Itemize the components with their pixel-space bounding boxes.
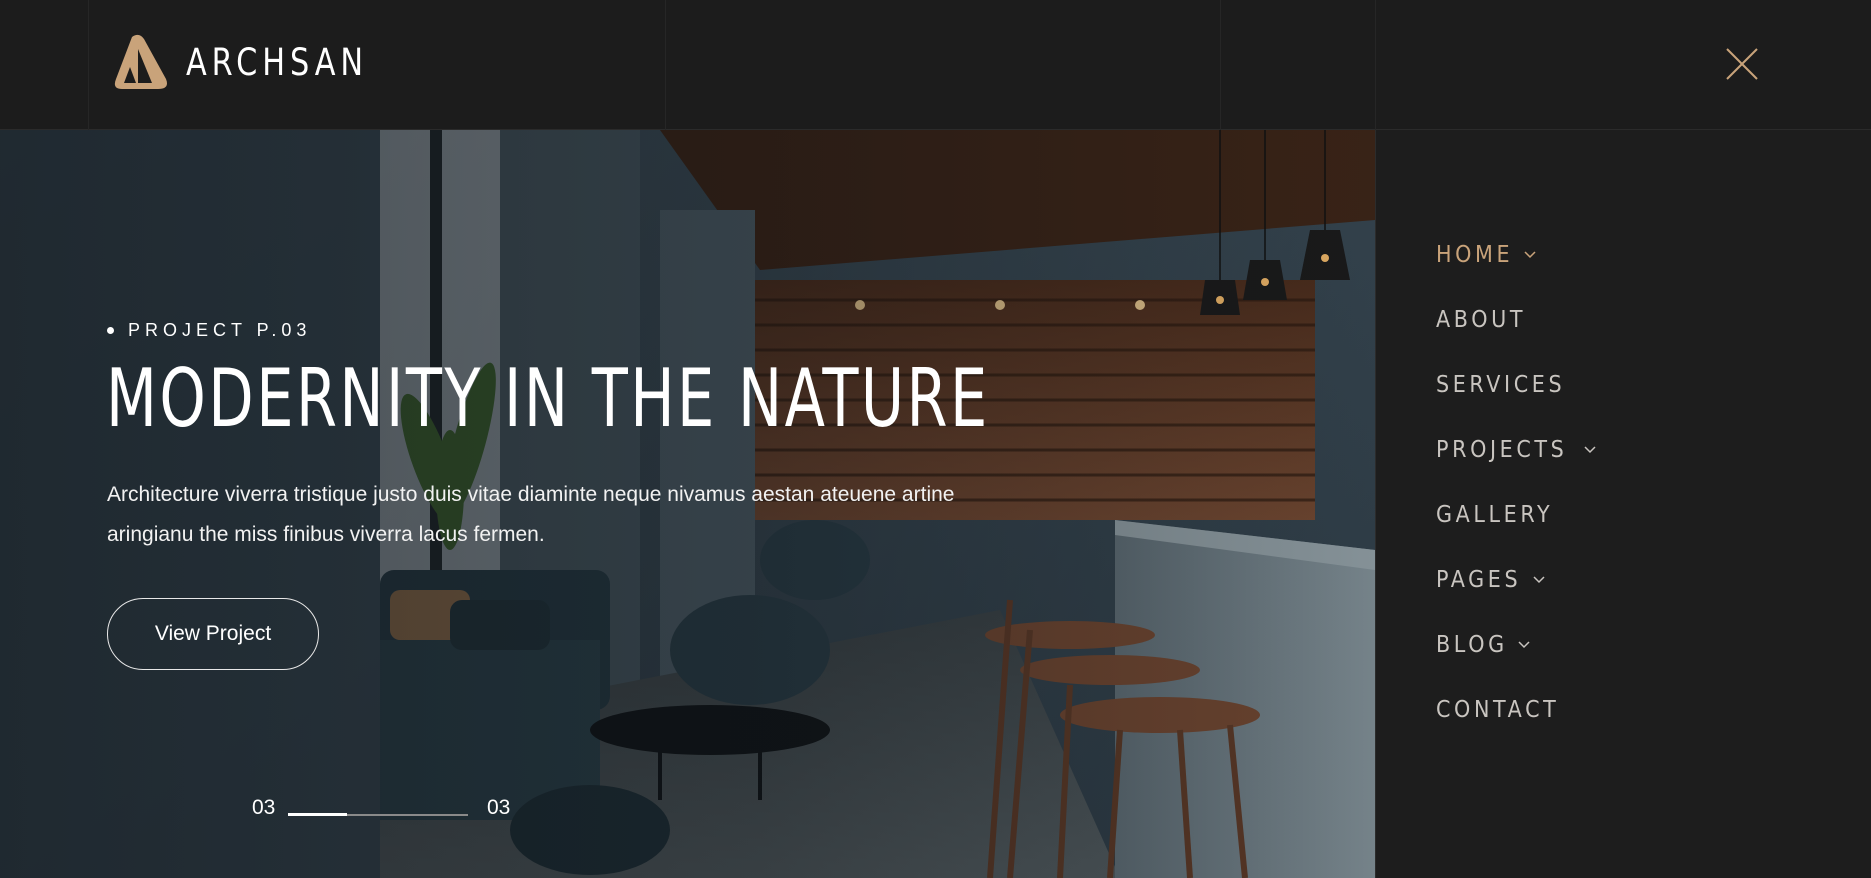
bullet-dot-icon xyxy=(107,327,114,334)
menu-item-label: ABOUT xyxy=(1436,306,1527,333)
hero-title: MODERNITY IN THE NATURE xyxy=(106,352,990,445)
slide-total-number: 03 xyxy=(487,796,511,819)
grid-line xyxy=(88,0,89,130)
grid-line xyxy=(1375,0,1376,130)
menu-item-projects[interactable]: PROJECTS xyxy=(1436,417,1596,482)
menu-item-label: PAGES xyxy=(1436,566,1522,593)
menu-item-home[interactable]: HOME xyxy=(1436,222,1596,287)
slide-progress-bar[interactable] xyxy=(288,813,468,816)
slide-current-number: 03 xyxy=(252,796,276,819)
menu-item-services[interactable]: SERVICES xyxy=(1436,352,1596,417)
menu-item-about[interactable]: ABOUT xyxy=(1436,287,1596,352)
menu-item-pages[interactable]: PAGES xyxy=(1436,547,1596,612)
logo[interactable]: ARCHSAN xyxy=(108,33,408,91)
menu-item-label: BLOG xyxy=(1436,631,1508,658)
chevron-down-icon xyxy=(1584,445,1596,453)
menu-item-label: PROJECTS xyxy=(1436,436,1568,463)
grid-line xyxy=(1220,0,1221,130)
site-header: ARCHSAN xyxy=(0,0,1871,130)
menu-item-label: GALLERY xyxy=(1436,501,1554,528)
menu-list: HOME ABOUT SERVICES PROJECTS GALLERY PAGES BLO… xyxy=(1436,222,1596,742)
hero-slider: PROJECT P.03 MODERNITY IN THE NATURE Arc… xyxy=(0,130,1375,878)
menu-item-label: SERVICES xyxy=(1436,371,1566,398)
chevron-down-icon xyxy=(1518,640,1530,648)
view-project-button[interactable]: View Project xyxy=(107,598,319,670)
menu-item-label: HOME xyxy=(1436,241,1514,268)
slide-progress-fill xyxy=(288,813,348,816)
menu-item-gallery[interactable]: GALLERY xyxy=(1436,482,1596,547)
menu-item-contact[interactable]: CONTACT xyxy=(1436,677,1596,742)
chevron-down-icon xyxy=(1524,250,1536,258)
side-navigation: HOME ABOUT SERVICES PROJECTS GALLERY PAGES BLO… xyxy=(1375,130,1871,878)
project-eyebrow: PROJECT P.03 xyxy=(107,320,311,341)
close-icon xyxy=(1726,48,1758,80)
menu-item-label: CONTACT xyxy=(1436,696,1560,723)
chevron-down-icon xyxy=(1533,575,1545,583)
menu-item-blog[interactable]: BLOG xyxy=(1436,612,1596,677)
project-eyebrow-text: PROJECT P.03 xyxy=(128,320,312,340)
close-menu-button[interactable] xyxy=(1722,44,1762,84)
grid-line xyxy=(665,0,666,130)
logo-icon xyxy=(114,34,167,89)
logo-text: ARCHSAN xyxy=(186,40,369,84)
hero-description: Architecture viverra tristique justo dui… xyxy=(107,483,955,546)
